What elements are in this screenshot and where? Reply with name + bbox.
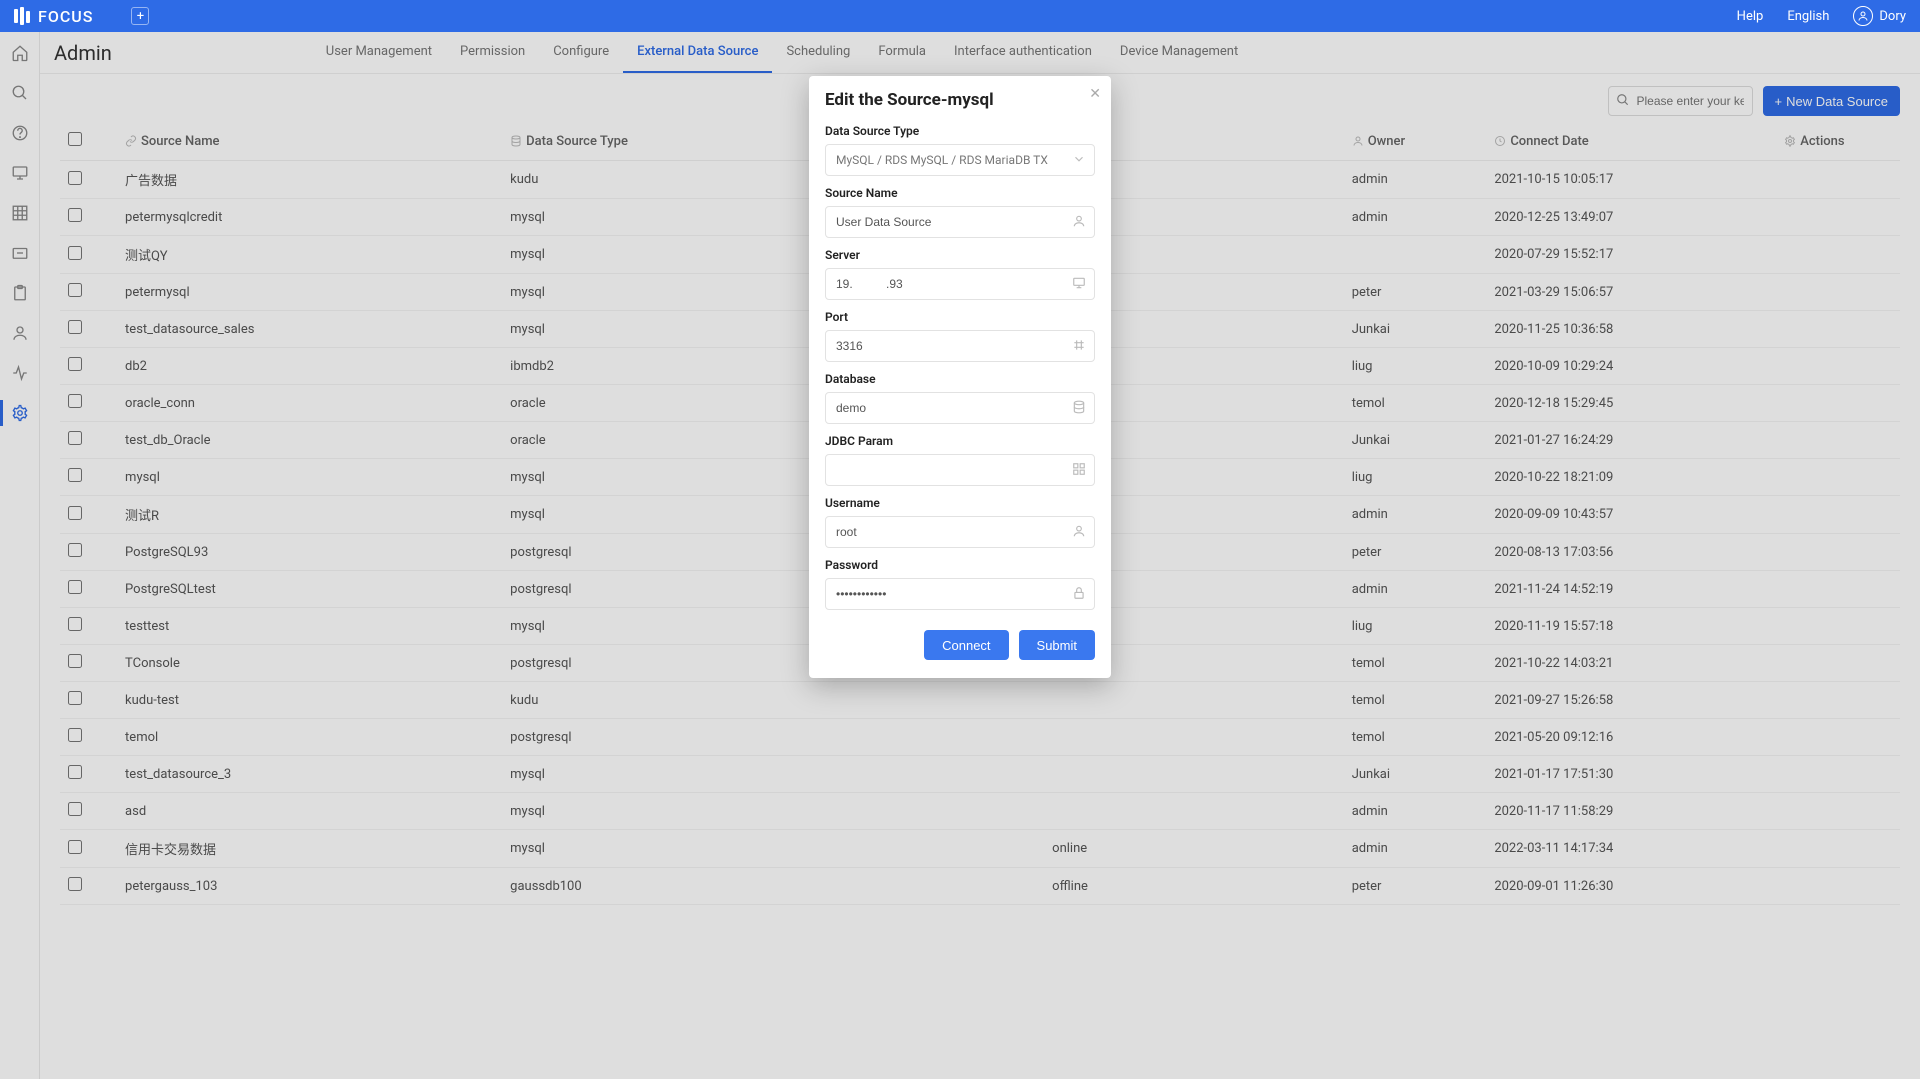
logo-icon bbox=[14, 7, 32, 25]
port-input[interactable] bbox=[825, 330, 1095, 362]
user-name: Dory bbox=[1879, 9, 1906, 24]
param-icon bbox=[1072, 462, 1086, 476]
connect-button[interactable]: Connect bbox=[924, 630, 1008, 660]
type-value: MySQL / RDS MySQL / RDS MariaDB TX bbox=[836, 153, 1048, 167]
port-label: Port bbox=[825, 310, 1095, 324]
jdbc-label: JDBC Param bbox=[825, 434, 1095, 448]
username-input[interactable] bbox=[825, 516, 1095, 548]
submit-button[interactable]: Submit bbox=[1019, 630, 1095, 660]
modal-title: Edit the Source-mysql bbox=[825, 90, 1095, 110]
name-label: Source Name bbox=[825, 186, 1095, 200]
username-label: Username bbox=[825, 496, 1095, 510]
edit-source-modal: ✕ Edit the Source-mysql Data Source Type… bbox=[809, 76, 1111, 678]
server-label: Server bbox=[825, 248, 1095, 262]
server-input[interactable] bbox=[825, 268, 1095, 300]
language-link[interactable]: English bbox=[1787, 9, 1829, 24]
type-label: Data Source Type bbox=[825, 124, 1095, 138]
user-menu[interactable]: Dory bbox=[1853, 6, 1906, 26]
help-link[interactable]: Help bbox=[1737, 9, 1764, 24]
brand-text: FOCUS bbox=[38, 7, 93, 26]
topbar: FOCUS + Help English Dory bbox=[0, 0, 1920, 32]
data-source-type-select[interactable]: MySQL / RDS MySQL / RDS MariaDB TX bbox=[825, 144, 1095, 176]
user-avatar-icon bbox=[1853, 6, 1873, 26]
new-tab-button[interactable]: + bbox=[131, 7, 149, 25]
jdbc-input[interactable] bbox=[825, 454, 1095, 486]
close-icon[interactable]: ✕ bbox=[1089, 86, 1101, 102]
password-input[interactable] bbox=[825, 578, 1095, 610]
password-label: Password bbox=[825, 558, 1095, 572]
database-input[interactable] bbox=[825, 392, 1095, 424]
person-icon bbox=[1072, 524, 1086, 538]
database-icon bbox=[1072, 400, 1086, 414]
brand-logo: FOCUS bbox=[14, 7, 93, 26]
monitor-icon bbox=[1072, 276, 1086, 290]
port-icon bbox=[1072, 338, 1086, 352]
lock-icon bbox=[1072, 586, 1086, 600]
chevron-down-icon bbox=[1072, 152, 1086, 166]
modal-overlay[interactable]: ✕ Edit the Source-mysql Data Source Type… bbox=[0, 32, 1920, 1079]
database-label: Database bbox=[825, 372, 1095, 386]
person-icon bbox=[1072, 214, 1086, 228]
source-name-input[interactable] bbox=[825, 206, 1095, 238]
